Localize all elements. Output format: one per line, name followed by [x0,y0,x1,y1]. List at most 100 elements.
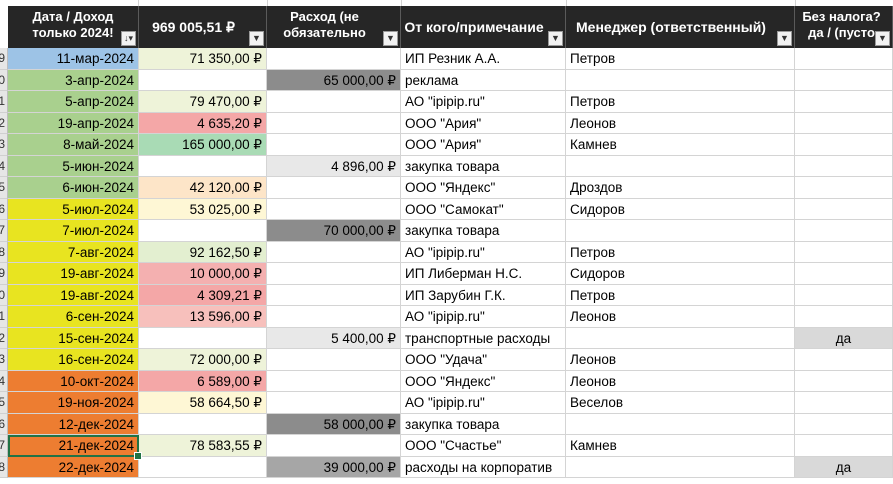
income-cell[interactable]: 92 162,50 ₽ [139,241,267,263]
note-cell[interactable]: расходы на корпоратив [401,456,566,478]
date-cell[interactable]: 6-сен-2024 [8,306,139,328]
note-cell[interactable]: ООО "Счастье" [401,435,566,457]
income-cell[interactable] [139,155,267,177]
tax-cell[interactable] [795,69,893,91]
manager-cell[interactable]: Сидоров [566,263,795,285]
expense-cell[interactable] [267,241,401,263]
row-header[interactable]: 2 [0,112,8,134]
header-tax[interactable]: Без налога? да / (пусто ▼ [795,6,893,48]
tax-cell[interactable] [795,435,893,457]
note-cell[interactable]: реклама [401,69,566,91]
date-cell[interactable]: 21-дек-2024 [8,435,139,457]
manager-cell[interactable]: Петров [566,91,795,113]
note-cell[interactable]: ООО "Яндекс" [401,177,566,199]
manager-cell[interactable]: Леонов [566,306,795,328]
note-cell[interactable]: закупка товара [401,220,566,242]
expense-cell[interactable] [267,177,401,199]
header-note[interactable]: От кого/примечание ▼ [401,6,566,48]
note-cell[interactable]: АО "ipipip.ru" [401,306,566,328]
row-header[interactable]: 3 [0,134,8,156]
manager-cell[interactable] [566,155,795,177]
expense-cell[interactable] [267,392,401,414]
header-manager[interactable]: Менеджер (ответственный) ▼ [566,6,795,48]
tax-cell[interactable] [795,370,893,392]
expense-cell[interactable] [267,435,401,457]
row-header[interactable]: 0 [0,69,8,91]
expense-cell[interactable] [267,370,401,392]
manager-cell[interactable]: Леонов [566,370,795,392]
note-cell[interactable]: АО "ipipip.ru" [401,392,566,414]
row-header[interactable]: 9 [0,48,8,70]
expense-cell[interactable]: 70 000,00 ₽ [267,220,401,242]
income-cell[interactable]: 13 596,00 ₽ [139,306,267,328]
income-cell[interactable]: 4 635,20 ₽ [139,112,267,134]
manager-cell[interactable]: Камнев [566,435,795,457]
note-cell[interactable]: АО "ipipip.ru" [401,91,566,113]
tax-cell[interactable] [795,134,893,156]
row-header[interactable]: 1 [0,91,8,113]
note-cell[interactable]: ИП Либерман Н.С. [401,263,566,285]
expense-cell[interactable] [267,48,401,70]
manager-cell[interactable] [566,413,795,435]
manager-cell[interactable] [566,220,795,242]
header-expense[interactable]: Расход (не обязательно ▼ [267,6,401,48]
date-cell[interactable]: 19-ноя-2024 [8,392,139,414]
row-header[interactable]: 3 [0,349,8,371]
date-cell[interactable]: 3-апр-2024 [8,69,139,91]
date-cell[interactable]: 6-июн-2024 [8,177,139,199]
manager-cell[interactable]: Петров [566,284,795,306]
header-income[interactable]: 969 005,51 ₽ ▼ [139,6,267,48]
row-header[interactable]: 6 [0,413,8,435]
tax-cell[interactable] [795,263,893,285]
note-cell[interactable]: ИП Зарубин Г.К. [401,284,566,306]
sort-filter-icon[interactable]: ↓▾ [121,31,136,46]
manager-cell[interactable] [566,456,795,478]
date-cell[interactable]: 10-окт-2024 [8,370,139,392]
manager-cell[interactable]: Петров [566,48,795,70]
note-cell[interactable]: закупка товара [401,413,566,435]
expense-cell[interactable]: 5 400,00 ₽ [267,327,401,349]
date-cell[interactable]: 12-дек-2024 [8,413,139,435]
filter-dropdown-icon[interactable]: ▼ [249,31,264,46]
tax-cell[interactable] [795,413,893,435]
income-cell[interactable]: 53 025,00 ₽ [139,198,267,220]
income-cell[interactable]: 58 664,50 ₽ [139,392,267,414]
row-header[interactable]: 4 [0,370,8,392]
tax-cell[interactable] [795,284,893,306]
expense-cell[interactable] [267,306,401,328]
date-cell[interactable]: 19-авг-2024 [8,263,139,285]
tax-cell[interactable] [795,241,893,263]
income-cell[interactable] [139,220,267,242]
row-header[interactable]: 4 [0,155,8,177]
manager-cell[interactable] [566,69,795,91]
income-cell[interactable] [139,69,267,91]
expense-cell[interactable] [267,112,401,134]
income-cell[interactable] [139,413,267,435]
fill-handle[interactable] [134,451,142,460]
note-cell[interactable]: ООО "Ария" [401,134,566,156]
date-cell[interactable]: 15-сен-2024 [8,327,139,349]
filter-dropdown-icon[interactable]: ▼ [383,31,398,46]
date-cell[interactable]: 5-июл-2024 [8,198,139,220]
income-cell[interactable]: 42 120,00 ₽ [139,177,267,199]
income-cell[interactable]: 72 000,00 ₽ [139,349,267,371]
note-cell[interactable]: транспортные расходы [401,327,566,349]
row-header[interactable]: 8 [0,456,8,478]
tax-cell[interactable] [795,220,893,242]
row-header[interactable]: 2 [0,327,8,349]
date-cell[interactable]: 19-авг-2024 [8,284,139,306]
date-cell[interactable]: 7-июл-2024 [8,220,139,242]
income-cell[interactable] [139,327,267,349]
tax-cell[interactable] [795,392,893,414]
row-header[interactable]: 9 [0,263,8,285]
date-cell[interactable]: 5-июн-2024 [8,155,139,177]
tax-cell[interactable] [795,306,893,328]
tax-cell[interactable]: да [795,327,893,349]
date-cell[interactable]: 5-апр-2024 [8,91,139,113]
note-cell[interactable]: ООО "Ария" [401,112,566,134]
filter-dropdown-icon[interactable]: ▼ [777,31,792,46]
manager-cell[interactable]: Сидоров [566,198,795,220]
note-cell[interactable]: ООО "Яндекс" [401,370,566,392]
row-header[interactable]: 5 [0,392,8,414]
row-header[interactable]: 0 [0,284,8,306]
